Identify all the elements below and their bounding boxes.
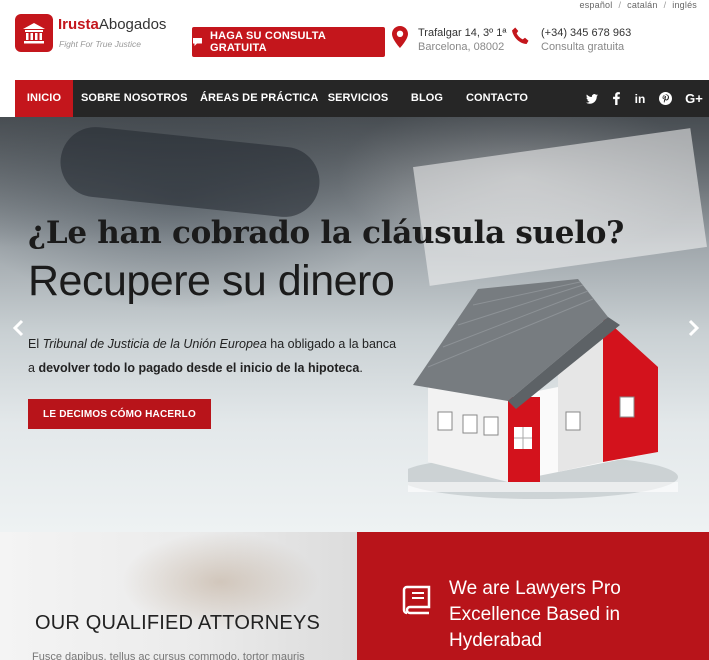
- attorneys-title: OUR QUALIFIED ATTORNEYS: [35, 612, 321, 634]
- hero-title: ¿Le han cobrado la cláusula suelo?: [28, 215, 624, 251]
- phone-number[interactable]: (+34) 345 678 963: [541, 26, 631, 40]
- hero-slider: ¿Le han cobrado la cláusula suelo? Recup…: [0, 117, 709, 532]
- phone-icon: [512, 27, 529, 44]
- nav-item-blog[interactable]: BLOG: [406, 80, 448, 117]
- nav-item-sobre-nosotros[interactable]: SOBRE NOSOTROS: [81, 80, 187, 117]
- map-pin-icon: [392, 26, 408, 48]
- nav-item-contacto[interactable]: CONTACTO: [464, 80, 530, 117]
- hero-description: El Tribunal de Justicia de la Unión Euro…: [28, 337, 397, 375]
- phone-note: Consulta gratuita: [541, 41, 625, 53]
- courthouse-icon: [15, 14, 53, 52]
- lang-catalan[interactable]: catalán: [627, 0, 657, 10]
- main-nav: INICIO SOBRE NOSOTROS ÁREAS DE PRÁCTICA …: [15, 80, 709, 117]
- pinterest-icon[interactable]: [655, 80, 675, 117]
- linkedin-icon[interactable]: in: [630, 80, 650, 117]
- slider-prev-arrow-icon[interactable]: [12, 317, 24, 343]
- nav-item-servicios[interactable]: SERVICIOS: [327, 80, 389, 117]
- house-image: [408, 279, 678, 499]
- lang-separator: /: [663, 0, 667, 10]
- attorneys-text: Fusce dapibus, tellus ac cursus commodo,…: [32, 651, 305, 660]
- facebook-icon[interactable]: [607, 80, 625, 117]
- logo[interactable]: IrustaAbogados Fight For True Justice: [15, 14, 175, 54]
- lang-spanish[interactable]: español: [580, 0, 613, 10]
- nav-item-areas-de-practica[interactable]: ÁREAS DE PRÁCTICA: [200, 80, 318, 117]
- language-bar: español / catalán / inglés: [580, 0, 697, 10]
- chat-icon: [192, 38, 202, 46]
- address-block: Trafalgar 14, 3º 1ª Barcelona, 08002: [392, 26, 506, 54]
- address-line-1: Trafalgar 14, 3º 1ª: [418, 27, 507, 39]
- learn-how-button[interactable]: LE DECIMOS CÓMO HACERLO: [28, 399, 211, 429]
- slider-next-arrow-icon[interactable]: [688, 317, 700, 343]
- brand-name: IrustaAbogados: [58, 16, 167, 33]
- lang-separator: /: [618, 0, 622, 10]
- address-line-2: Barcelona, 08002: [418, 41, 505, 53]
- lang-english[interactable]: inglés: [672, 0, 697, 10]
- attorneys-section: OUR QUALIFIED ATTORNEYS Fusce dapibus, t…: [0, 532, 357, 660]
- free-consult-button[interactable]: HAGA SU CONSULTA GRATUITA: [192, 27, 385, 57]
- book-icon: [402, 585, 431, 615]
- lawyers-section: We are Lawyers Pro Excellence Based in H…: [357, 532, 709, 660]
- nav-item-inicio[interactable]: INICIO: [15, 80, 73, 117]
- hero-subtitle: Recupere su dinero: [28, 257, 395, 305]
- phone-block: (+34) 345 678 963 Consulta gratuita: [511, 26, 631, 54]
- twitter-icon[interactable]: [583, 80, 601, 117]
- free-consult-label: HAGA SU CONSULTA GRATUITA: [209, 30, 326, 54]
- lawyers-headline: We are Lawyers Pro Excellence Based in H…: [449, 578, 621, 651]
- google-plus-icon[interactable]: G+: [681, 80, 707, 117]
- brand-tagline: Fight For True Justice: [59, 39, 142, 49]
